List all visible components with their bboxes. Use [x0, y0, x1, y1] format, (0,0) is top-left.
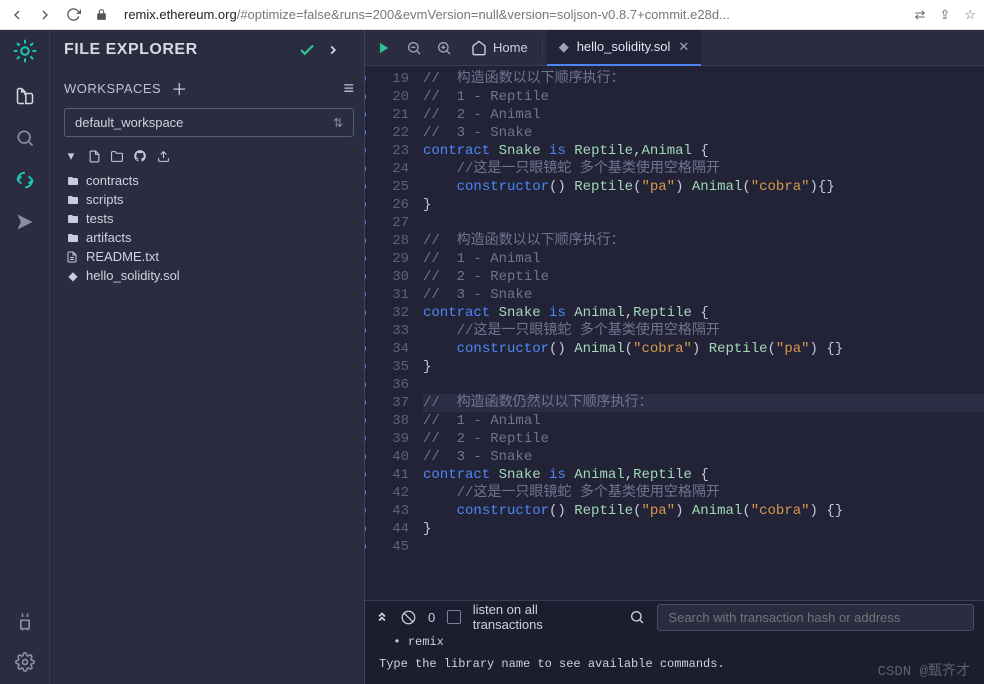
new-file-icon[interactable] [87, 149, 101, 163]
main-area: Home ◆ hello_solidity.sol ✕ 192021222324… [365, 30, 984, 684]
terminal-line: • remix [379, 635, 970, 649]
upload-icon[interactable] [156, 149, 170, 163]
code-editor[interactable]: 1920212223242526272829303132333435363738… [365, 66, 984, 600]
workspace-name: default_workspace [75, 115, 183, 130]
file-explorer-panel: FILE EXPLORER WORKSPACES ＋ ≡ default_wor… [50, 30, 365, 684]
compiler-tab[interactable] [13, 168, 37, 192]
file-icon [66, 250, 80, 264]
add-workspace-button[interactable]: ＋ [171, 76, 187, 100]
solidity-icon: ◆ [559, 39, 569, 55]
file-explorer-tab[interactable] [13, 84, 37, 108]
zoom-in-button[interactable] [431, 35, 457, 61]
back-button[interactable] [8, 6, 26, 24]
home-tab-label: Home [493, 40, 528, 55]
folder-icon [66, 232, 80, 244]
terminal-search-icon[interactable] [629, 609, 645, 625]
lock-icon [92, 6, 110, 24]
zoom-out-button[interactable] [401, 35, 427, 61]
tree-item-label: README.txt [86, 249, 159, 264]
folder-icon [66, 194, 80, 206]
tree-item-label: contracts [86, 173, 139, 188]
workspace-select[interactable]: default_workspace ⇅ [64, 108, 354, 137]
remix-logo-icon[interactable] [10, 36, 40, 66]
tree-item-label: scripts [86, 192, 124, 207]
deploy-tab[interactable] [13, 210, 37, 234]
forward-button[interactable] [36, 6, 54, 24]
terminal-search-input[interactable] [657, 604, 974, 631]
watermark: CSDN @甄齐才 [878, 660, 970, 680]
plugin-manager-tab[interactable] [13, 610, 37, 634]
workspaces-label: WORKSPACES [64, 81, 161, 96]
listen-checkbox[interactable] [447, 610, 460, 624]
expand-terminal-button[interactable] [375, 610, 389, 624]
close-tab-button[interactable]: ✕ [678, 39, 689, 55]
star-icon[interactable]: ☆ [964, 7, 976, 23]
tree-item[interactable]: contracts [62, 171, 360, 190]
browser-toolbar: remix.ethereum.org/#optimize=false&runs=… [0, 0, 984, 30]
tree-item[interactable]: README.txt [62, 247, 360, 266]
settings-tab[interactable] [13, 650, 37, 674]
tree-item[interactable]: scripts [62, 190, 360, 209]
caret-down-icon[interactable]: ▾ [64, 149, 78, 163]
hamburger-icon[interactable]: ≡ [343, 78, 354, 99]
folder-icon [66, 213, 80, 225]
ban-icon[interactable] [401, 610, 416, 625]
file-tab[interactable]: ◆ hello_solidity.sol ✕ [547, 30, 702, 66]
file-tree: contracts scripts tests artifacts README.txt… [50, 169, 364, 684]
check-icon[interactable] [298, 41, 316, 59]
editor-tabs: Home ◆ hello_solidity.sol ✕ [365, 30, 984, 66]
address-bar[interactable]: remix.ethereum.org/#optimize=false&runs=… [124, 7, 905, 22]
folder-icon [66, 175, 80, 187]
listen-label: listen on all transactions [473, 602, 606, 632]
tree-item[interactable]: artifacts [62, 228, 360, 247]
tree-item-label: artifacts [86, 230, 132, 245]
github-icon[interactable] [133, 149, 147, 163]
chevron-right-icon[interactable] [326, 43, 340, 57]
tree-item-label: hello_solidity.sol [86, 268, 180, 283]
panel-title: FILE EXPLORER [64, 41, 198, 59]
new-folder-icon[interactable] [110, 149, 124, 163]
share-icon[interactable]: ⇪ [939, 7, 950, 23]
run-button[interactable] [371, 35, 397, 61]
search-tab[interactable] [13, 126, 37, 150]
file-toolbar: ▾ [50, 143, 364, 169]
home-icon [471, 40, 487, 56]
translate-icon[interactable]: ⇄ [915, 7, 926, 23]
tree-item[interactable]: tests [62, 209, 360, 228]
reload-button[interactable] [64, 6, 82, 24]
tree-item-label: tests [86, 211, 113, 226]
icon-rail [0, 30, 50, 684]
select-arrow-icon: ⇅ [333, 116, 343, 130]
tree-item[interactable]: ◆ hello_solidity.sol [62, 266, 360, 285]
home-tab[interactable]: Home [461, 30, 538, 66]
terminal-panel: 0 listen on all transactions • remix Typ… [365, 600, 984, 684]
file-tab-label: hello_solidity.sol [577, 39, 671, 54]
pending-tx-count: 0 [428, 610, 435, 625]
solidity-icon: ◆ [66, 268, 80, 283]
